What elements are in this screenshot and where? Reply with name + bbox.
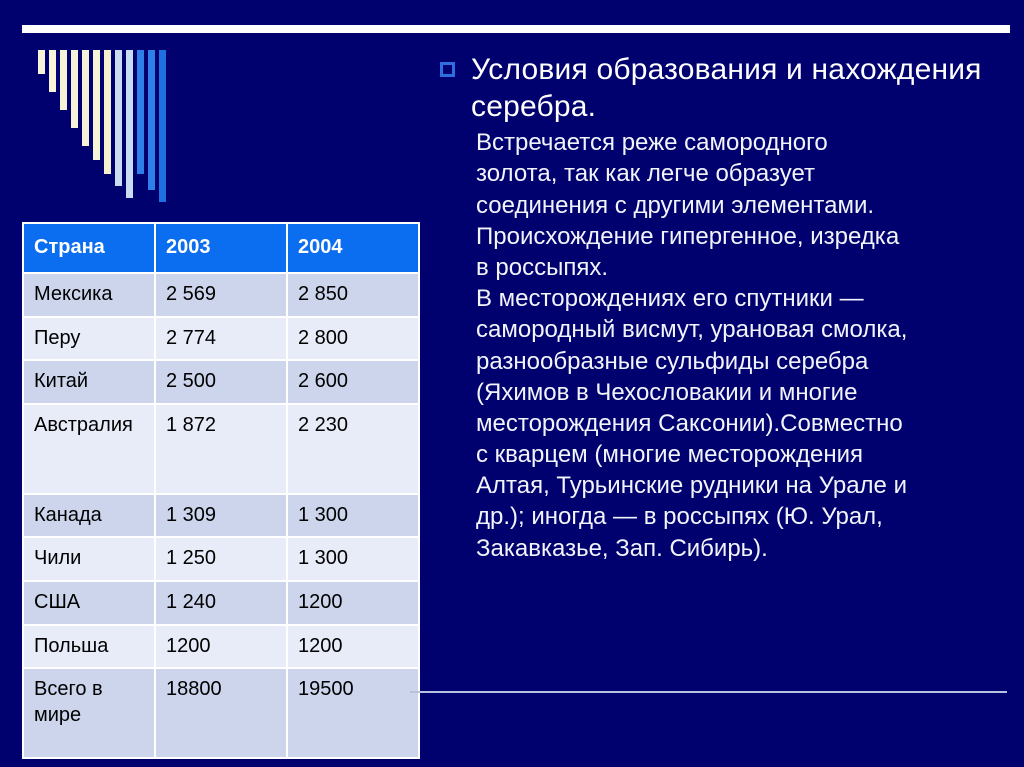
- column-header-2004: 2004: [288, 224, 418, 272]
- deco-bar: [60, 50, 67, 110]
- cell-country: Всего в мире: [24, 669, 154, 758]
- cell-country: США: [24, 581, 154, 624]
- deco-bar: [71, 50, 78, 128]
- top-horizontal-rule: [22, 25, 1010, 33]
- cell-2003: 1 872: [156, 404, 286, 493]
- cell-2003: 1 309: [156, 494, 286, 537]
- page-title: Условия образования и нахождения серебра…: [471, 53, 982, 123]
- table-row: Мексика 2 569 2 850: [24, 274, 418, 316]
- cell-2004: 2 850: [288, 274, 418, 316]
- table-header: Страна 2003 2004: [24, 224, 418, 272]
- table-row: Всего в мире 18800 19500: [24, 669, 418, 758]
- cell-2003: 18800: [156, 669, 286, 758]
- cell-2003: 2 500: [156, 361, 286, 403]
- cell-2003: 1 250: [156, 538, 286, 580]
- silver-production-table: Страна 2003 2004 Мексика 2 569 2 850 Перу 2 …: [22, 222, 420, 760]
- deco-bar: [82, 50, 89, 146]
- cell-2004: 1200: [288, 581, 418, 624]
- table-body: Мексика 2 569 2 850 Перу 2 774 2 800 Китай 2 50…: [24, 274, 418, 758]
- body-paragraph-1: Встречается реже самородного золота, так…: [476, 129, 900, 281]
- table-row: Китай 2 500 2 600: [24, 361, 418, 403]
- cell-2003: 1 240: [156, 581, 286, 624]
- table-row: Австралия 1 872 2 230: [24, 404, 418, 493]
- table-row: США 1 240 1200: [24, 581, 418, 624]
- cell-2003: 2 569: [156, 274, 286, 316]
- cell-2004: 1 300: [288, 494, 418, 537]
- cell-2004: 2 800: [288, 317, 418, 360]
- cell-country: Мексика: [24, 274, 154, 316]
- cell-country: Китай: [24, 361, 154, 403]
- deco-bar: [148, 50, 155, 190]
- cell-country: Чили: [24, 538, 154, 580]
- bottom-horizontal-rule: [410, 691, 1007, 693]
- cell-country: Польша: [24, 625, 154, 668]
- deco-bar: [49, 50, 56, 92]
- cell-country: Канада: [24, 494, 154, 537]
- deco-bar: [93, 50, 100, 160]
- column-header-country: Страна: [24, 224, 154, 272]
- deco-bar: [137, 50, 144, 174]
- cell-2003: 1200: [156, 625, 286, 668]
- cell-2004: 19500: [288, 669, 418, 758]
- cell-2004: 2 230: [288, 404, 418, 493]
- data-table: Страна 2003 2004 Мексика 2 569 2 850 Перу 2 …: [22, 222, 420, 760]
- cell-country: Перу: [24, 317, 154, 360]
- body-paragraph-2: В месторождениях его спутники — самородн…: [476, 285, 908, 562]
- deco-bar: [115, 50, 122, 186]
- slide-canvas: Страна 2003 2004 Мексика 2 569 2 850 Перу 2 …: [0, 0, 1024, 767]
- deco-bar: [104, 50, 111, 174]
- table-row: Канада 1 309 1 300: [24, 494, 418, 537]
- table-row: Чили 1 250 1 300: [24, 538, 418, 580]
- cell-2004: 1200: [288, 625, 418, 668]
- descending-bars-graphic: [38, 50, 178, 210]
- table-row: Перу 2 774 2 800: [24, 317, 418, 360]
- cell-2004: 2 600: [288, 361, 418, 403]
- column-header-2003: 2003: [156, 224, 286, 272]
- deco-bar: [126, 50, 133, 198]
- cell-2003: 2 774: [156, 317, 286, 360]
- square-bullet-icon: [440, 62, 455, 77]
- cell-2004: 1 300: [288, 538, 418, 580]
- deco-bar: [159, 50, 166, 202]
- table-header-row: Страна 2003 2004: [24, 224, 418, 272]
- table-row: Польша 1200 1200: [24, 625, 418, 668]
- content-column: Условия образования и нахождения серебра…: [440, 52, 1010, 564]
- title-block: Условия образования и нахождения серебра…: [440, 52, 1010, 125]
- cell-country: Австралия: [24, 404, 154, 493]
- deco-bar: [38, 50, 45, 74]
